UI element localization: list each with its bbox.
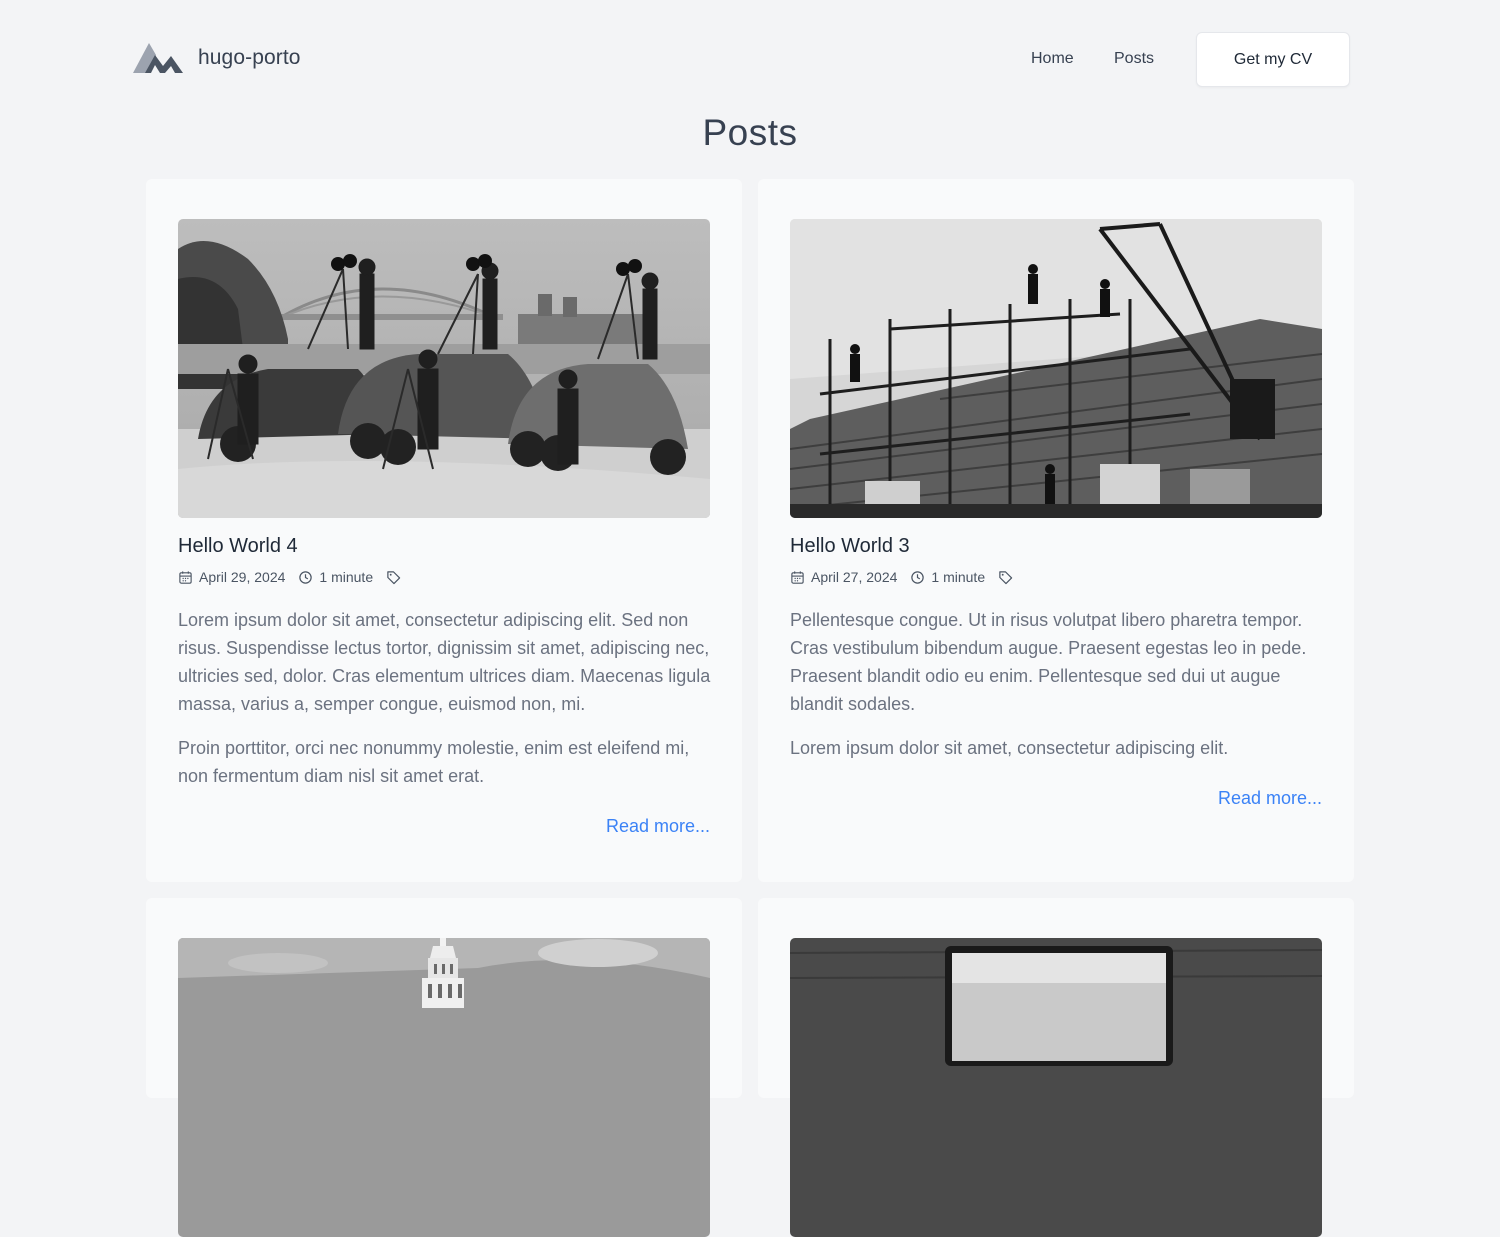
nav-home-link[interactable]: Home — [1031, 50, 1074, 68]
post-excerpt: Pellentesque congue. Ut in risus volutpa… — [790, 606, 1325, 778]
calendar-icon — [791, 570, 804, 584]
post-tags[interactable] — [386, 570, 407, 585]
calendar-icon — [179, 570, 192, 584]
tag-icon — [999, 570, 1013, 584]
post-reading-time: 1 minute — [298, 569, 373, 585]
post-thumbnail[interactable] — [178, 938, 710, 1237]
post-date-text: April 29, 2024 — [199, 569, 286, 585]
post-date: April 27, 2024 — [790, 569, 897, 585]
nav-posts-link[interactable]: Posts — [1114, 50, 1154, 68]
read-more-link[interactable]: Read more... — [606, 816, 710, 837]
excerpt-paragraph: Lorem ipsum dolor sit amet, consectetur … — [178, 610, 711, 714]
excerpt-paragraph: Proin porttitor, orci nec nonummy molest… — [178, 738, 690, 786]
post-excerpt: Lorem ipsum dolor sit amet, consectetur … — [178, 606, 713, 806]
post-card — [146, 898, 742, 1237]
post-title[interactable]: Hello World 3 — [790, 535, 910, 558]
photo-laptop-icon — [790, 938, 1322, 1237]
post-title[interactable]: Hello World 4 — [178, 535, 298, 558]
clock-icon — [299, 570, 313, 584]
mountain-logo-icon — [133, 43, 183, 73]
post-card — [758, 898, 1354, 1237]
post-meta: April 27, 2024 1 minute — [790, 569, 1032, 585]
post-card: Hello World 3 April 27, 2024 1 minute Pe… — [758, 179, 1354, 882]
page-title: Posts — [702, 112, 798, 153]
get-cv-button[interactable]: Get my CV — [1196, 32, 1350, 87]
post-reading-time-text: 1 minute — [319, 569, 374, 585]
site-header: hugo-porto Home Posts Get my CV — [0, 0, 1500, 120]
brand-link[interactable]: hugo-porto — [133, 40, 301, 76]
photo-cameramen-cars-icon — [178, 219, 710, 518]
photo-tower-icon — [178, 938, 710, 1237]
excerpt-paragraph: Lorem ipsum dolor sit amet, consectetur … — [790, 738, 1229, 758]
post-thumbnail[interactable] — [790, 938, 1322, 1237]
post-date: April 29, 2024 — [178, 569, 285, 585]
excerpt-paragraph: Pellentesque congue. Ut in risus volutpa… — [790, 610, 1307, 714]
post-reading-time-text: 1 minute — [931, 569, 986, 585]
post-thumbnail[interactable] — [790, 219, 1322, 518]
site-name: hugo-porto — [198, 46, 301, 69]
post-meta: April 29, 2024 1 minute — [178, 569, 420, 585]
clock-icon — [911, 570, 925, 584]
read-more-link[interactable]: Read more... — [1218, 788, 1322, 809]
post-date-text: April 27, 2024 — [811, 569, 898, 585]
post-thumbnail[interactable] — [178, 219, 710, 518]
post-card: Hello World 4 April 29, 2024 1 minute Lo… — [146, 179, 742, 882]
post-reading-time: 1 minute — [910, 569, 985, 585]
photo-construction-site-icon — [790, 219, 1322, 518]
tag-icon — [387, 570, 401, 584]
post-tags[interactable] — [998, 570, 1019, 585]
